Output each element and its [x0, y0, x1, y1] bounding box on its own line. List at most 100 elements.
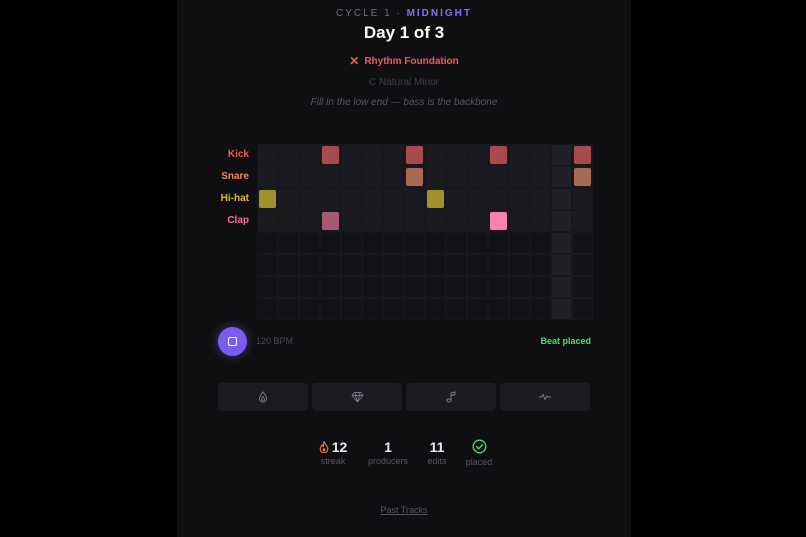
sequencer-cell[interactable]: [467, 298, 488, 320]
sequencer-cell[interactable]: [446, 254, 467, 276]
sequencer-cell[interactable]: [404, 232, 425, 254]
sequencer-cell[interactable]: [551, 232, 572, 254]
sequencer-cell[interactable]: [467, 210, 488, 232]
sequencer-cell[interactable]: [341, 210, 362, 232]
sequencer-cell[interactable]: [467, 232, 488, 254]
stop-button[interactable]: [218, 327, 247, 356]
sequencer-cell[interactable]: [509, 254, 530, 276]
sequencer-cell[interactable]: [341, 144, 362, 166]
sequencer-cell[interactable]: [551, 298, 572, 320]
sequencer-cell[interactable]: [509, 298, 530, 320]
sequencer-cell[interactable]: [320, 232, 341, 254]
sequencer-cell[interactable]: [383, 188, 404, 210]
sequencer-cell[interactable]: [362, 144, 383, 166]
tool-button-diamond[interactable]: [312, 383, 402, 411]
sequencer-cell[interactable]: [551, 166, 572, 188]
sequencer-cell[interactable]: [509, 144, 530, 166]
sequencer-cell[interactable]: [341, 254, 362, 276]
sequencer-cell[interactable]: [362, 254, 383, 276]
sequencer-cell[interactable]: [383, 166, 404, 188]
sequencer-cell[interactable]: [488, 166, 509, 188]
sequencer-cell[interactable]: [320, 188, 341, 210]
sequencer-cell[interactable]: [362, 276, 383, 298]
note-block[interactable]: [322, 146, 339, 164]
sequencer-cell[interactable]: [383, 276, 404, 298]
sequencer-cell[interactable]: [446, 166, 467, 188]
sequencer-cell[interactable]: [572, 210, 593, 232]
sequencer-cell[interactable]: [572, 232, 593, 254]
sequencer-cell[interactable]: [278, 210, 299, 232]
sequencer-cell[interactable]: [509, 232, 530, 254]
sequencer-cell[interactable]: [257, 188, 278, 210]
sequencer-cell[interactable]: [257, 210, 278, 232]
sequencer-cell[interactable]: [572, 166, 593, 188]
sequencer-cell[interactable]: [551, 188, 572, 210]
sequencer-cell[interactable]: [299, 276, 320, 298]
sequencer-cell[interactable]: [383, 210, 404, 232]
sequencer-cell[interactable]: [425, 254, 446, 276]
sequencer-cell[interactable]: [446, 276, 467, 298]
sequencer-cell[interactable]: [530, 210, 551, 232]
note-block[interactable]: [322, 212, 339, 230]
sequencer-cell[interactable]: [299, 298, 320, 320]
sequencer-cell[interactable]: [509, 276, 530, 298]
note-block[interactable]: [574, 168, 591, 186]
sequencer-cell[interactable]: [383, 232, 404, 254]
note-block[interactable]: [427, 190, 444, 208]
sequencer-cell[interactable]: [488, 276, 509, 298]
sequencer-cell[interactable]: [341, 166, 362, 188]
sequencer-cell[interactable]: [278, 188, 299, 210]
sequencer-cell[interactable]: [509, 166, 530, 188]
sequencer-cell[interactable]: [362, 188, 383, 210]
note-block[interactable]: [490, 212, 507, 230]
sequencer-cell[interactable]: [404, 254, 425, 276]
sequencer-cell[interactable]: [572, 298, 593, 320]
sequencer-cell[interactable]: [278, 298, 299, 320]
sequencer-cell[interactable]: [467, 254, 488, 276]
sequencer-cell[interactable]: [488, 144, 509, 166]
sequencer-cell[interactable]: [425, 166, 446, 188]
note-block[interactable]: [406, 146, 423, 164]
sequencer-cell[interactable]: [299, 254, 320, 276]
sequencer-cell[interactable]: [299, 144, 320, 166]
sequencer-cell[interactable]: [551, 254, 572, 276]
tool-button-wave[interactable]: [500, 383, 590, 411]
sequencer-cell[interactable]: [341, 188, 362, 210]
sequencer-cell[interactable]: [404, 210, 425, 232]
sequencer-cell[interactable]: [572, 188, 593, 210]
sequencer-cell[interactable]: [320, 144, 341, 166]
sequencer-cell[interactable]: [488, 298, 509, 320]
sequencer-cell[interactable]: [425, 232, 446, 254]
sequencer-cell[interactable]: [467, 166, 488, 188]
sequencer-cell[interactable]: [572, 276, 593, 298]
sequencer-cell[interactable]: [572, 254, 593, 276]
sequencer-cell[interactable]: [278, 254, 299, 276]
sequencer-cell[interactable]: [530, 232, 551, 254]
sequencer-cell[interactable]: [488, 254, 509, 276]
sequencer-cell[interactable]: [299, 210, 320, 232]
sequencer-cell[interactable]: [425, 210, 446, 232]
tool-button-drop[interactable]: [218, 383, 308, 411]
sequencer-cell[interactable]: [278, 166, 299, 188]
note-block[interactable]: [490, 146, 507, 164]
sequencer-cell[interactable]: [509, 210, 530, 232]
sequencer-cell[interactable]: [467, 276, 488, 298]
sequencer-cell[interactable]: [341, 298, 362, 320]
sequencer-cell[interactable]: [530, 144, 551, 166]
sequencer-cell[interactable]: [257, 144, 278, 166]
sequencer-cell[interactable]: [488, 232, 509, 254]
sequencer-cell[interactable]: [509, 188, 530, 210]
sequencer-cell[interactable]: [467, 144, 488, 166]
sequencer-cell[interactable]: [404, 298, 425, 320]
sequencer-cell[interactable]: [446, 188, 467, 210]
note-block[interactable]: [574, 146, 591, 164]
sequencer-cell[interactable]: [551, 210, 572, 232]
sequencer-cell[interactable]: [446, 210, 467, 232]
sequencer-cell[interactable]: [551, 276, 572, 298]
sequencer-cell[interactable]: [572, 144, 593, 166]
sequencer-cell[interactable]: [320, 166, 341, 188]
sequencer-cell[interactable]: [278, 232, 299, 254]
sequencer-cell[interactable]: [530, 254, 551, 276]
sequencer-cell[interactable]: [530, 188, 551, 210]
sequencer-cell[interactable]: [488, 188, 509, 210]
